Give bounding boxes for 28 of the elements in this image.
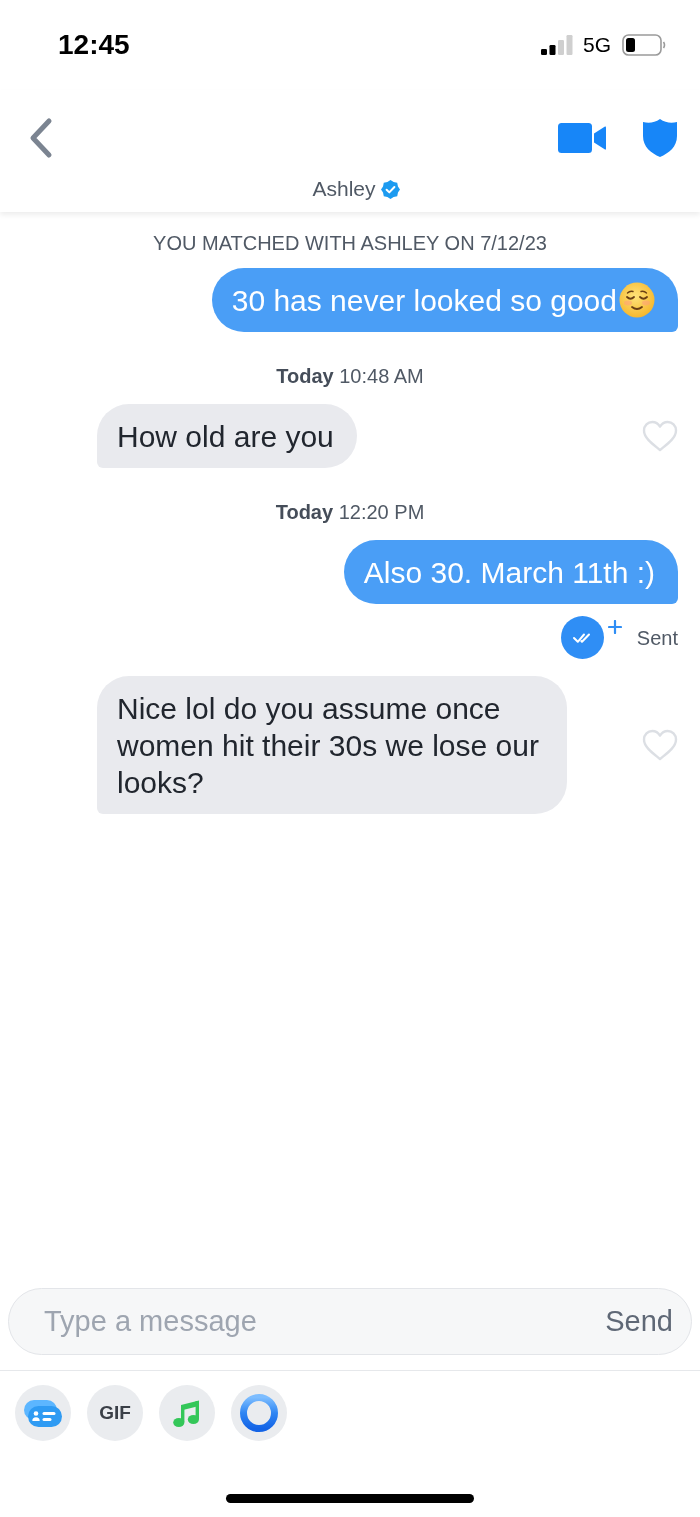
shield-icon [642, 118, 678, 158]
timestamp: Today 12:20 PM [274, 501, 426, 523]
message-text: How old are you [117, 419, 334, 453]
back-chevron-icon [28, 117, 54, 159]
message-text: 30 has never looked so good [231, 282, 617, 319]
card-button[interactable] [15, 1385, 71, 1441]
video-camera-icon [558, 123, 606, 153]
message-status: Sent [636, 626, 678, 649]
timestamp: Today 10:48 AM [275, 365, 425, 387]
chat-card-icon [24, 1399, 62, 1427]
video-call-button[interactable] [558, 123, 606, 153]
match-notice: YOU MATCHED WITH ASHLEY ON 7/12/23 [152, 232, 548, 254]
gif-button[interactable]: GIF [87, 1385, 143, 1441]
ring-icon [240, 1394, 278, 1432]
music-note-icon [173, 1398, 201, 1428]
plus-icon [607, 620, 622, 634]
ring-button[interactable] [231, 1385, 287, 1441]
match-name: Ashley [312, 178, 376, 200]
message-text: Nice lol do you assume once women hit their 30s we lose our looks? [117, 691, 539, 799]
message-text: Also 30. March 11th :) [363, 554, 655, 591]
send-button[interactable]: Send [605, 1300, 673, 1343]
back-button[interactable] [28, 117, 54, 159]
status-time: 12:45 [58, 29, 130, 61]
network-label: 5G [583, 33, 611, 57]
signal-icon [541, 35, 573, 55]
safety-shield-button[interactable] [642, 118, 678, 158]
battery-icon [622, 34, 666, 56]
music-button[interactable] [159, 1385, 215, 1441]
